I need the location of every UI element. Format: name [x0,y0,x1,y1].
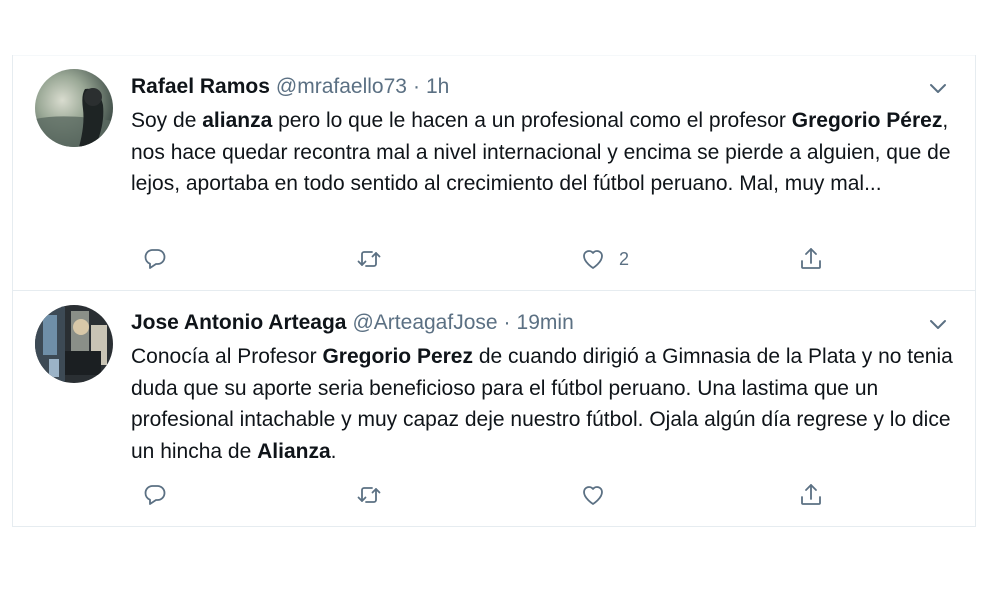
text-segment: . [330,439,337,463]
retweet-icon [355,481,383,509]
tweet-text: Conocía al Profesor Gregorio Perez de cu… [131,341,961,467]
tweet[interactable]: Jose Antonio Arteaga @ArteagafJose · 19min … [13,291,975,527]
text-segment: Soy de [131,109,203,132]
bold-text-segment: alianza [202,109,273,132]
separator-dot: · [412,75,420,98]
avatar[interactable] [35,69,113,147]
text-segment: pero lo que le hacen a un profesional co… [272,109,792,132]
heart-icon [579,245,607,273]
tweet-actions: 2 [131,243,831,275]
share-icon [797,481,825,509]
bold-text-segment: Gregorio Perez [322,345,473,368]
author-handle[interactable]: @mrafaello73 [276,75,407,98]
share-icon [797,245,825,273]
retweet-icon [355,245,383,273]
timestamp[interactable]: 19min [517,311,574,334]
like-button[interactable] [579,479,619,511]
reply-icon [141,245,169,273]
reply-icon [141,481,169,509]
heart-icon [579,481,607,509]
tweet-header: Rafael Ramos @mrafaello73 · 1h [131,73,449,101]
like-button[interactable]: 2 [579,243,629,275]
tweet[interactable]: Rafael Ramos @mrafaello73 · 1h Soy de alian… [13,55,975,291]
author-name[interactable]: Rafael Ramos [131,75,270,98]
text-segment: Conocía al Profesor [131,345,323,368]
separator-dot: · [503,311,511,334]
timestamp[interactable]: 1h [426,75,449,98]
retweet-button[interactable] [355,243,383,275]
author-name[interactable]: Jose Antonio Arteaga [131,311,346,334]
tweet-timeline: Rafael Ramos @mrafaello73 · 1h Soy de alian… [12,55,976,527]
share-button[interactable] [797,479,825,511]
chevron-down-icon[interactable] [927,313,949,335]
bold-text-segment: Gregorio Pérez [791,109,943,132]
retweet-button[interactable] [355,479,383,511]
tweet-text: Soy de alianza pero lo que le hacen a un… [131,105,961,200]
tweet-actions [131,479,831,511]
like-count: 2 [619,248,630,269]
chevron-down-icon[interactable] [927,77,949,99]
bold-text-segment: Alianza [257,439,331,463]
author-handle[interactable]: @ArteagafJose [352,311,497,334]
reply-button[interactable] [141,479,169,511]
reply-button[interactable] [141,243,169,275]
tweet-header: Jose Antonio Arteaga @ArteagafJose · 19min [131,309,574,337]
avatar[interactable] [35,305,113,383]
share-button[interactable] [797,243,825,275]
